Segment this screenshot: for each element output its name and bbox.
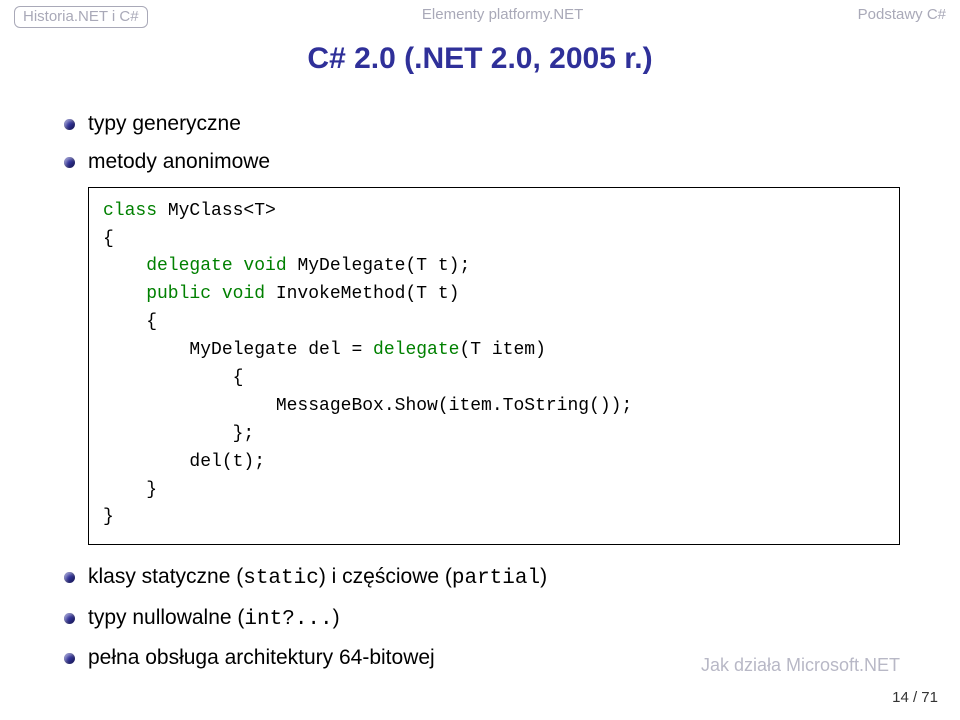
code-kw: delegate void xyxy=(103,256,287,276)
code-text: (T item) xyxy=(459,340,545,360)
code-kw: class xyxy=(103,201,157,221)
code-text: InvokeMethod(T t) xyxy=(265,284,459,304)
code-text: }; xyxy=(103,424,254,444)
slide-body: C# 2.0 (.NET 2.0, 2005 r.) typy generycz… xyxy=(0,32,960,672)
code-inline: int?... xyxy=(244,608,332,631)
text: klasy statyczne ( xyxy=(88,565,243,588)
footer-brand: Jak działa Microsoft.NET xyxy=(701,655,900,676)
bullet-list: typy generyczne metody anonimowe xyxy=(60,110,900,177)
code-inline: partial xyxy=(452,567,540,590)
bullet-metody-anonimowe: metody anonimowe xyxy=(60,148,900,176)
slide-title: C# 2.0 (.NET 2.0, 2005 r.) xyxy=(60,42,900,76)
nav-item-elementy[interactable]: Elementy platformy.NET xyxy=(422,6,583,23)
bullet-typy-nullowalne: typy nullowalne (int?...) xyxy=(60,604,900,634)
code-kw: delegate xyxy=(373,340,459,360)
code-text: MessageBox.Show(item.ToString()); xyxy=(103,396,632,416)
code-text: del(t); xyxy=(103,452,265,472)
code-text: MyDelegate(T t); xyxy=(287,256,471,276)
code-kw: public void xyxy=(103,284,265,304)
nav-item-podstawy[interactable]: Podstawy C# xyxy=(858,6,946,23)
code-text: { xyxy=(103,312,157,332)
text: ) i częściowe ( xyxy=(319,565,452,588)
text: ) xyxy=(540,565,547,588)
code-text: MyClass<T> xyxy=(157,201,276,221)
code-text: } xyxy=(103,480,157,500)
code-block: class MyClass<T> { delegate void MyDeleg… xyxy=(88,187,900,546)
nav-left[interactable]: Historia.NET i C# xyxy=(14,6,148,28)
nav-header: Historia.NET i C# Elementy platformy.NET… xyxy=(0,0,960,32)
page-number: 14 / 71 xyxy=(892,689,938,706)
text: ) xyxy=(333,606,340,629)
code-text: MyDelegate del = xyxy=(103,340,373,360)
nav-item-historia[interactable]: Historia.NET i C# xyxy=(14,6,148,28)
code-text: } xyxy=(103,507,114,527)
code-text: { xyxy=(103,229,114,249)
code-inline: static xyxy=(243,567,319,590)
bullet-klasy-statyczne: klasy statyczne (static) i częściowe (pa… xyxy=(60,563,900,593)
text: typy nullowalne ( xyxy=(88,606,244,629)
bullet-typy-generyczne: typy generyczne xyxy=(60,110,900,138)
code-text: { xyxy=(103,368,243,388)
